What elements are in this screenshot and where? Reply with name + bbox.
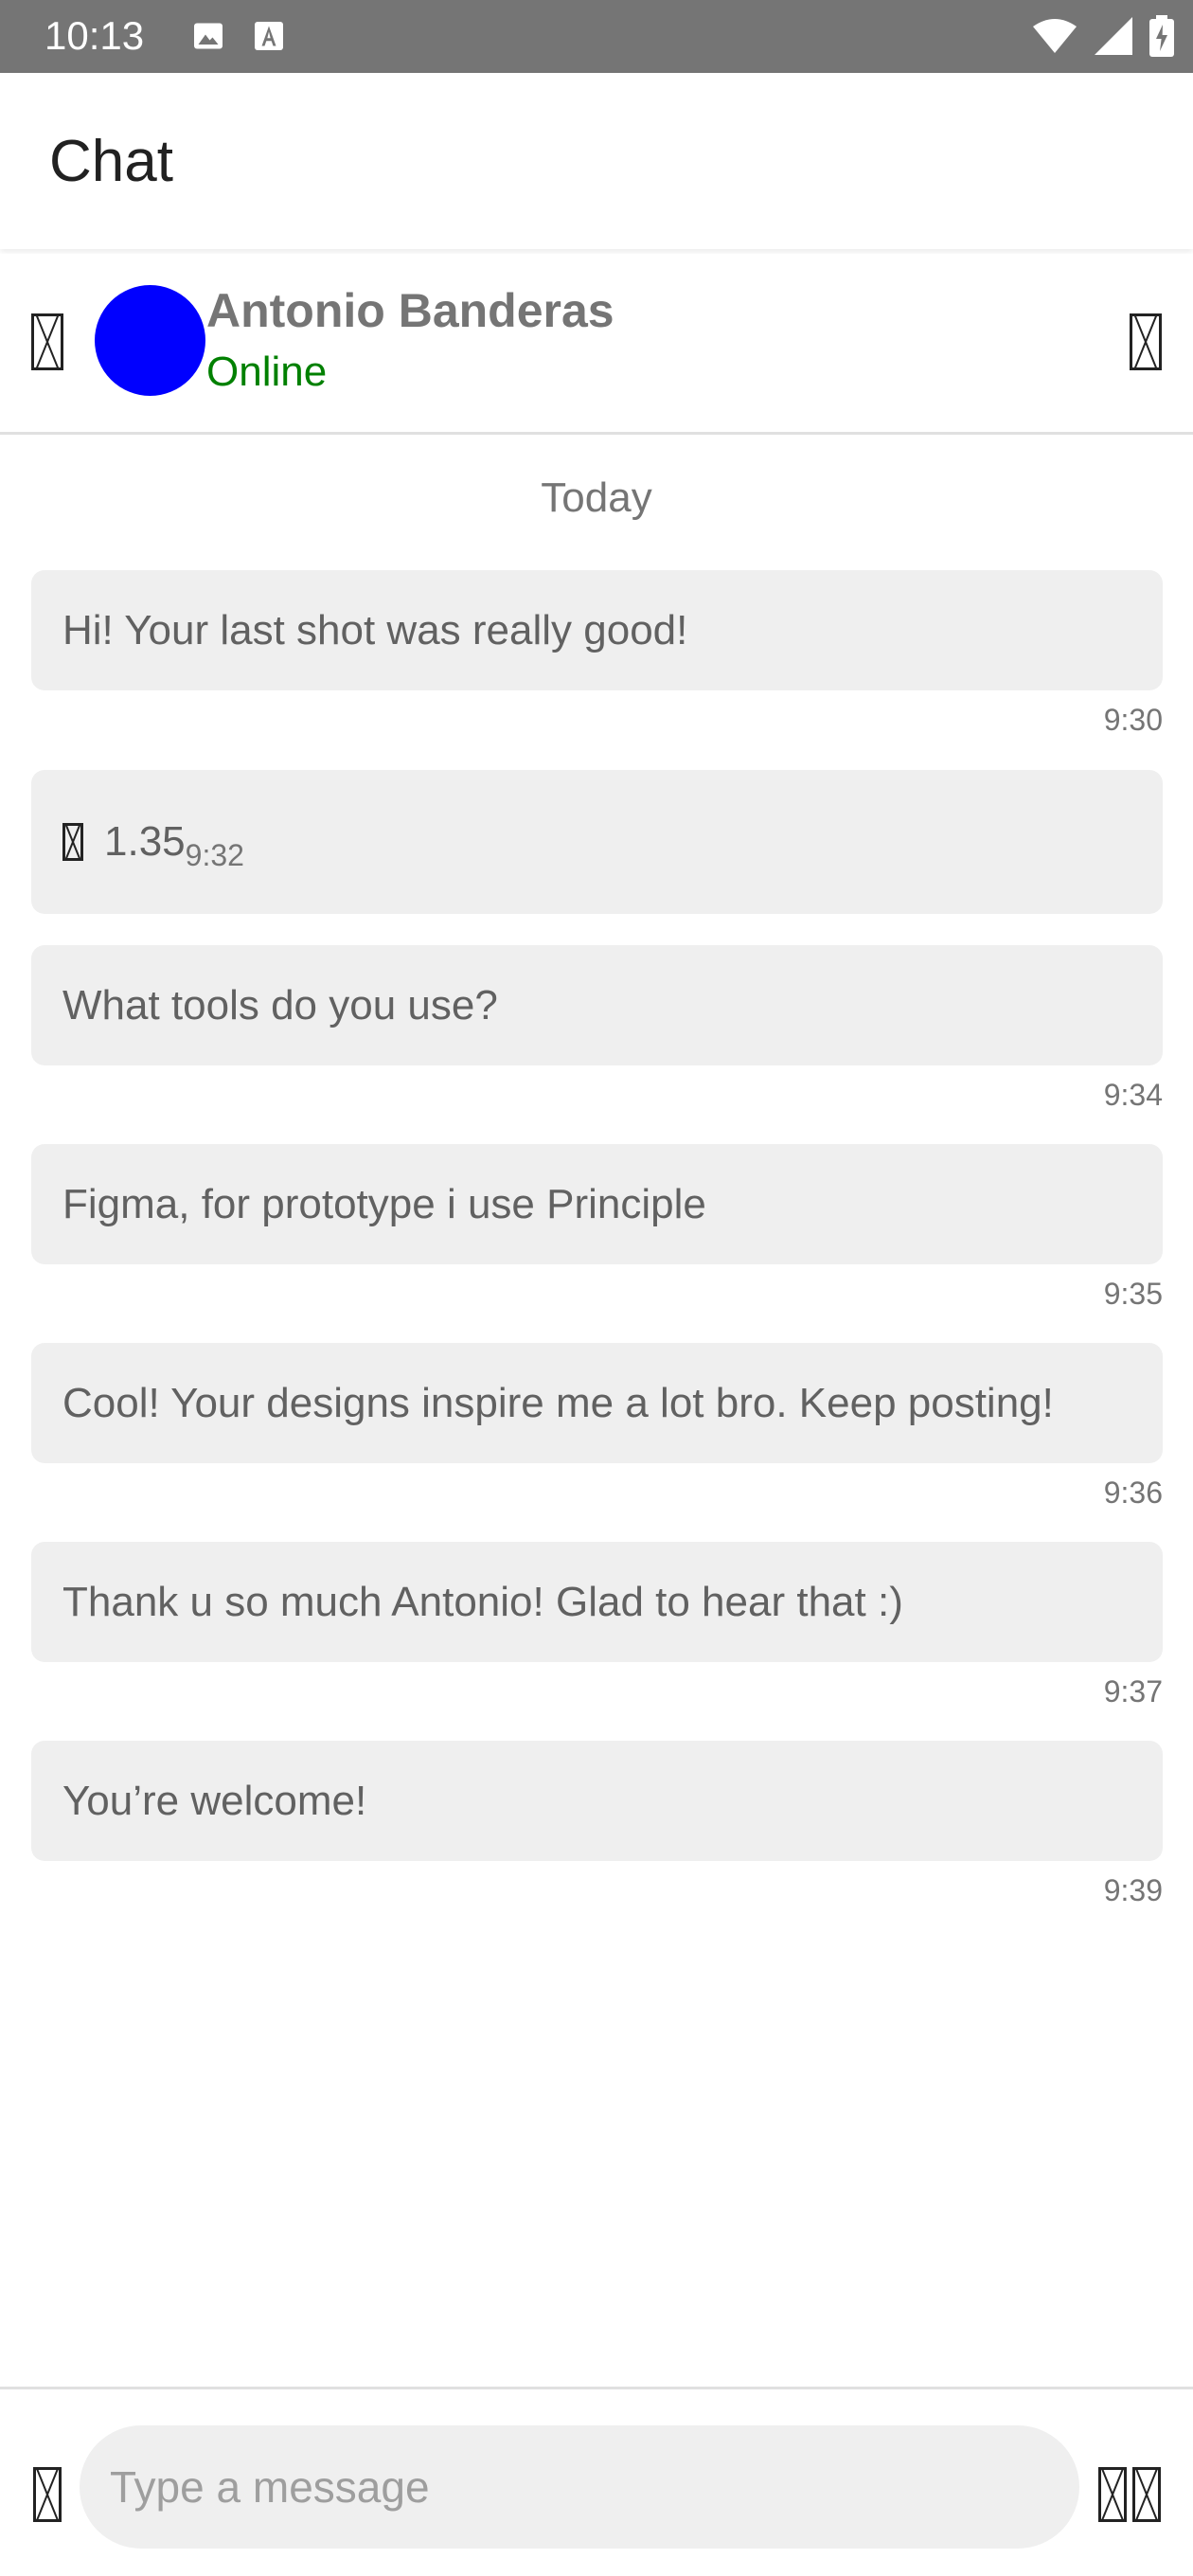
voice-message-bubble[interactable]: 1.35 9:32 <box>31 770 1163 914</box>
image-icon <box>194 23 223 49</box>
contact-name: Antonio Banderas <box>206 284 614 337</box>
message-bubble[interactable]: Hi! Your last shot was really good! <box>31 570 1163 690</box>
signal-icon <box>1095 17 1132 55</box>
message-bubble[interactable]: Cool! Your designs inspire me a lot bro.… <box>31 1343 1163 1463</box>
message-bubble[interactable]: Thank u so much Antonio! Glad to hear th… <box>31 1542 1163 1662</box>
message-text: Hi! Your last shot was really good! <box>62 606 688 653</box>
chat-header: Antonio Banderas Online <box>0 254 1193 435</box>
more-icon[interactable] <box>1130 313 1162 370</box>
chat-screen: 10:13 Chat Antonio Banderas Online Today… <box>0 0 1193 2576</box>
message-time: 9:36 <box>1103 1476 1163 1510</box>
message-time: 9:32 <box>185 837 244 872</box>
date-divider: Today <box>541 474 652 521</box>
message-bubble[interactable]: Figma, for prototype i use Principle <box>31 1144 1163 1264</box>
attach-icon[interactable] <box>1098 2467 1127 2522</box>
send-icon[interactable] <box>1132 2467 1161 2522</box>
status-bar: 10:13 <box>0 0 1193 73</box>
message-time: 9:30 <box>1103 703 1163 737</box>
contact-status: Online <box>206 349 328 395</box>
message-bubble[interactable]: What tools do you use? <box>31 945 1163 1065</box>
message-text: Thank u so much Antonio! Glad to hear th… <box>62 1578 903 1625</box>
message-time: 9:34 <box>1103 1078 1163 1112</box>
message-text: Figma, for prototype i use Principle <box>62 1180 706 1227</box>
message-input[interactable] <box>80 2425 1079 2549</box>
play-icon[interactable] <box>62 823 83 861</box>
status-left-icons <box>189 19 286 53</box>
emoji-icon[interactable] <box>33 2467 62 2522</box>
message-bubble[interactable]: You’re welcome! <box>31 1741 1163 1861</box>
font-a-icon <box>255 22 283 50</box>
message-time: 9:37 <box>1103 1674 1163 1708</box>
message-composer <box>0 2387 1193 2576</box>
app-bar: Chat <box>0 73 1193 249</box>
battery-charging-icon <box>1149 15 1174 57</box>
message-time: 9:35 <box>1103 1277 1163 1311</box>
avatar[interactable] <box>95 285 205 396</box>
message-text: What tools do you use? <box>62 981 498 1029</box>
page-title: Chat <box>49 129 173 194</box>
voice-message-duration: 1.35 <box>104 818 186 865</box>
voice-message-content: 1.35 9:32 <box>62 770 244 914</box>
message-time: 9:39 <box>1103 1873 1163 1907</box>
message-text: Cool! Your designs inspire me a lot bro.… <box>62 1379 1054 1426</box>
status-right-icons <box>1032 15 1174 57</box>
back-arrow-icon[interactable] <box>31 313 63 370</box>
message-text: You’re welcome! <box>62 1777 367 1824</box>
wifi-icon <box>1033 19 1077 53</box>
status-time: 10:13 <box>45 13 145 58</box>
